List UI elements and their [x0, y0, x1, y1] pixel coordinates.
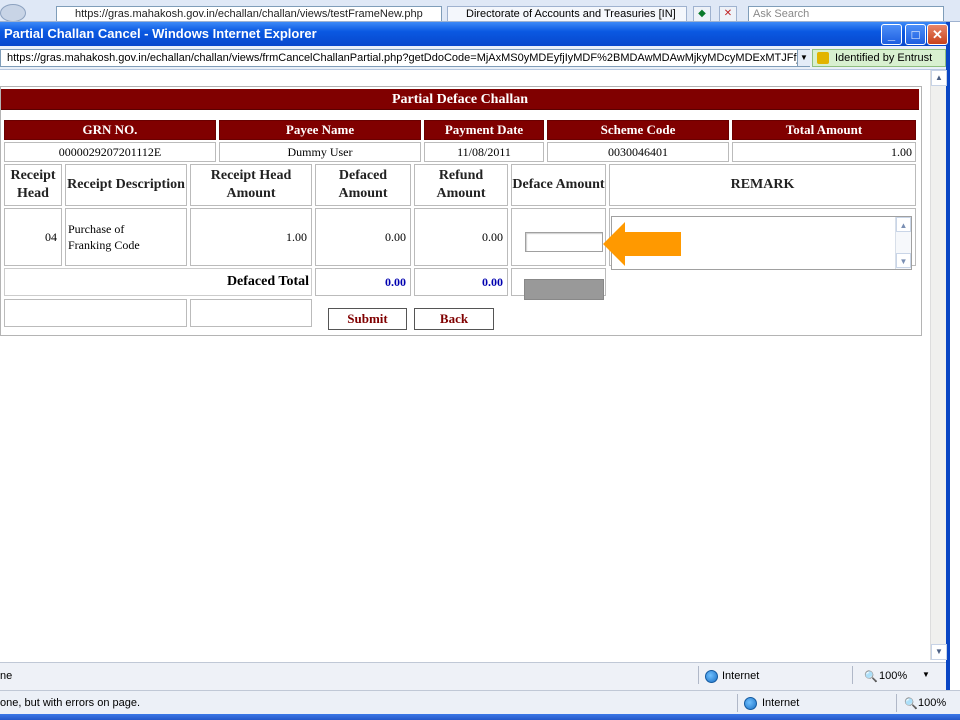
tab-close-icon[interactable]: ✕ — [719, 6, 737, 21]
zoom-icon[interactable]: 🔍 — [904, 697, 918, 710]
identity-label: Identified by Entrust — [835, 52, 933, 64]
receipt-description-header: Receipt Description — [65, 164, 187, 206]
defaced-amount-value: 0.00 — [315, 208, 411, 266]
back-button[interactable] — [0, 4, 26, 21]
submit-button[interactable]: Submit — [328, 308, 407, 330]
zoom-icon[interactable]: 🔍 — [864, 670, 878, 683]
receipt-description-text: Purchase of Franking Code — [68, 222, 140, 252]
grn-value: 0000029207201112E — [4, 142, 216, 162]
status-divider — [737, 694, 738, 712]
deface-form: Partial Deface Challan GRN NO. Payee Nam… — [0, 86, 922, 336]
globe-icon — [705, 670, 718, 683]
back-button[interactable]: Back — [414, 308, 494, 330]
defaced-amount-header: Defaced Amount — [315, 164, 411, 206]
remark-header: REMARK — [609, 164, 916, 206]
deface-amount-input[interactable] — [525, 232, 603, 252]
scroll-down-icon[interactable]: ▼ — [931, 644, 947, 660]
background-search-box[interactable]: Ask Search — [748, 6, 944, 21]
refund-amount-header: Refund Amount — [414, 164, 508, 206]
remark-scrollbar[interactable]: ▲ ▼ — [895, 217, 911, 269]
page-content: Partial Deface Challan GRN NO. Payee Nam… — [0, 70, 930, 660]
globe-icon — [744, 697, 757, 710]
tab-add-icon[interactable]: ◆ — [693, 6, 711, 21]
minimize-button[interactable]: _ — [881, 24, 902, 45]
scheme-code-header: Scheme Code — [547, 120, 729, 140]
deface-total-box — [524, 279, 604, 300]
receipt-head-header: Receipt Head — [4, 164, 62, 206]
payee-name-header: Payee Name — [219, 120, 421, 140]
outer-zone-label: Internet — [762, 697, 800, 709]
scheme-code-value: 0030046401 — [547, 142, 729, 162]
refund-total-value: 0.00 — [414, 268, 508, 296]
empty-cell — [4, 299, 187, 327]
address-dropdown-icon[interactable]: ▼ — [797, 50, 810, 66]
grn-header: GRN NO. — [4, 120, 216, 140]
inner-status-bar: ne Internet 🔍 100% ▼ — [0, 662, 946, 690]
status-divider — [852, 666, 853, 684]
outer-zoom-label[interactable]: 100% — [918, 697, 946, 709]
chevron-down-icon[interactable]: ▼ — [922, 670, 930, 679]
background-browser-toolbar: https://gras.mahakosh.gov.in/echallan/ch… — [0, 0, 960, 22]
deface-amount-header: Deface Amount — [511, 164, 606, 206]
background-address-bar[interactable]: https://gras.mahakosh.gov.in/echallan/ch… — [56, 6, 442, 21]
receipt-head-amount-header: Receipt Head Amount — [190, 164, 312, 206]
window-title: Partial Challan Cancel - Windows Interne… — [4, 26, 317, 41]
scroll-down-icon[interactable]: ▼ — [896, 253, 911, 268]
inner-zone-label: Internet — [722, 670, 760, 682]
payment-date-header: Payment Date — [424, 120, 544, 140]
empty-cell — [190, 299, 312, 327]
inner-status-text: ne — [0, 670, 13, 682]
arrow-pointer-icon — [603, 222, 681, 266]
defaced-total-value: 0.00 — [315, 268, 411, 296]
status-divider — [896, 694, 897, 712]
total-amount-value: 1.00 — [732, 142, 916, 162]
background-tab[interactable]: Directorate of Accounts and Treasuries [… — [447, 6, 687, 21]
refund-amount-value: 0.00 — [414, 208, 508, 266]
scroll-up-icon[interactable]: ▲ — [931, 70, 947, 86]
lock-icon — [817, 52, 829, 64]
status-divider — [698, 666, 699, 684]
scroll-up-icon[interactable]: ▲ — [896, 217, 911, 232]
taskbar — [0, 714, 960, 720]
payment-date-value: 11/08/2011 — [424, 142, 544, 162]
payee-name-value: Dummy User — [219, 142, 421, 162]
maximize-button[interactable]: □ — [905, 24, 926, 45]
identity-badge[interactable]: Identified by Entrust — [812, 49, 946, 67]
receipt-head-amount-value: 1.00 — [190, 208, 312, 266]
outer-status-bar: one, but with errors on page. Internet 🔍… — [0, 690, 960, 714]
receipt-head-value: 04 — [4, 208, 62, 266]
address-field[interactable]: https://gras.mahakosh.gov.in/echallan/ch… — [0, 49, 810, 67]
total-amount-header: Total Amount — [732, 120, 916, 140]
outer-status-text: one, but with errors on page. — [0, 697, 141, 709]
inner-zoom-label[interactable]: 100% — [879, 670, 907, 682]
page-scrollbar[interactable]: ▲ ▼ — [930, 70, 947, 660]
close-button[interactable]: ✕ — [927, 24, 948, 45]
address-bar-row: https://gras.mahakosh.gov.in/echallan/ch… — [0, 46, 946, 70]
receipt-description-value: Purchase of Franking Code — [65, 208, 187, 266]
window-titlebar: Partial Challan Cancel - Windows Interne… — [0, 22, 948, 46]
defaced-total-label: Defaced Total — [4, 268, 312, 296]
form-title: Partial Deface Challan — [1, 89, 919, 110]
